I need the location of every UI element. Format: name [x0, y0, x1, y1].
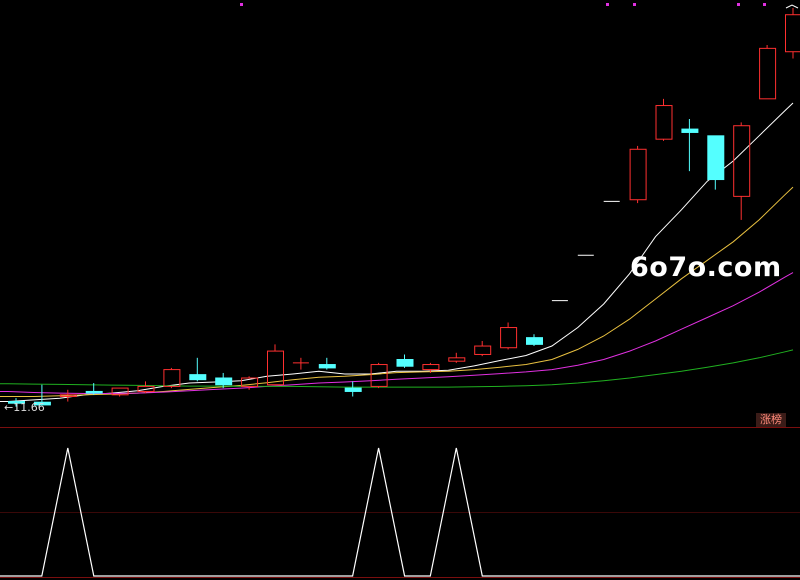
low-price-label: ←11.66 [4, 401, 45, 414]
top-dot-marker [737, 3, 740, 6]
candle-19[interactable] [474, 341, 492, 357]
moving-average-line-4 [0, 349, 794, 388]
candle-body [785, 14, 800, 53]
candle-15[interactable] [370, 362, 388, 389]
top-markers [240, 3, 799, 9]
candle-body [474, 345, 492, 355]
candle-18[interactable] [448, 352, 466, 363]
candle-body [759, 47, 777, 100]
candle-body [85, 390, 103, 394]
moving-average-line-3 [0, 272, 794, 394]
candle-14[interactable] [344, 381, 362, 397]
candle-6[interactable] [137, 381, 155, 394]
candle-body [448, 357, 466, 362]
candle-body [370, 364, 388, 387]
candle-body [318, 364, 336, 369]
candle-body [215, 377, 233, 386]
candle-body [396, 359, 414, 367]
candle-30[interactable] [759, 45, 777, 100]
candle-16[interactable] [396, 354, 414, 368]
candle-body [655, 105, 673, 140]
high-arrow-marker [785, 4, 799, 9]
limit-up-badge[interactable]: 涨榜 [756, 413, 786, 427]
candle-13[interactable] [318, 357, 336, 370]
candle-11[interactable] [267, 344, 284, 386]
candle-body [629, 148, 647, 201]
top-dot-marker [240, 3, 243, 6]
top-dot-marker [763, 3, 766, 6]
top-dot-marker [606, 3, 609, 6]
candle-25[interactable] [629, 145, 647, 204]
candle-body [422, 364, 440, 371]
candle-8[interactable] [189, 357, 207, 382]
candle-body [163, 369, 181, 387]
candle-27[interactable] [681, 119, 699, 172]
candle-28[interactable] [707, 135, 725, 190]
candle-body [500, 327, 518, 349]
candlestick-series[interactable] [0, 8, 800, 407]
watermark-text: 6o7o.com [630, 252, 782, 283]
top-dot-marker [633, 3, 636, 6]
candle-body [681, 128, 699, 133]
candle-body [189, 374, 207, 381]
candle-body [526, 337, 543, 345]
candle-12[interactable] [292, 357, 309, 370]
candle-body [267, 350, 284, 386]
candle-29[interactable] [733, 122, 751, 220]
candle-body [344, 387, 362, 392]
stock-chart[interactable] [0, 0, 800, 580]
candle-body [707, 135, 725, 181]
candle-26[interactable] [655, 98, 673, 141]
candle-20[interactable] [500, 322, 518, 350]
candle-body [733, 125, 751, 197]
candle-21[interactable] [526, 334, 543, 347]
candle-31[interactable] [785, 8, 800, 59]
